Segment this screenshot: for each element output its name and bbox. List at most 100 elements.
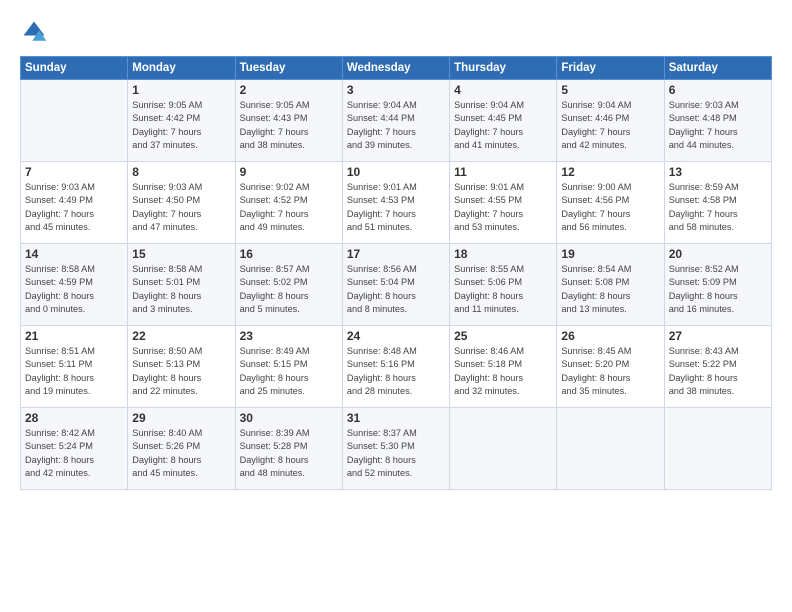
day-info: Sunrise: 8:50 AM Sunset: 5:13 PM Dayligh… bbox=[132, 345, 230, 398]
calendar-cell: 24 Sunrise: 8:48 AM Sunset: 5:16 PM Dayli… bbox=[342, 326, 449, 408]
day-info: Sunrise: 8:40 AM Sunset: 5:26 PM Dayligh… bbox=[132, 427, 230, 480]
day-number: 6 bbox=[669, 83, 767, 97]
calendar-cell: 17Sunrise: 8:56 AM Sunset: 5:04 PM Dayli… bbox=[342, 244, 449, 326]
day-info: Sunrise: 9:05 AM Sunset: 4:42 PM Dayligh… bbox=[132, 99, 230, 152]
calendar-body: 1 Sunrise: 9:05 AM Sunset: 4:42 PM Daylig… bbox=[21, 80, 772, 490]
day-info: Sunrise: 9:01 AM Sunset: 4:53 PM Dayligh… bbox=[347, 181, 445, 234]
day-number: 12 bbox=[561, 165, 659, 179]
calendar-cell bbox=[664, 408, 771, 490]
day-number: 2 bbox=[240, 83, 338, 97]
calendar-cell: 19 Sunrise: 8:54 AM Sunset: 5:08 PM Dayli… bbox=[557, 244, 664, 326]
week-row-5: 28 Sunrise: 8:42 AM Sunset: 5:24 PM Dayli… bbox=[21, 408, 772, 490]
day-info: Sunrise: 8:45 AM Sunset: 5:20 PM Dayligh… bbox=[561, 345, 659, 398]
day-number: 19 bbox=[561, 247, 659, 261]
day-info: Sunrise: 8:58 AM Sunset: 5:01 PM Dayligh… bbox=[132, 263, 230, 316]
calendar-cell: 22 Sunrise: 8:50 AM Sunset: 5:13 PM Dayli… bbox=[128, 326, 235, 408]
day-number: 20 bbox=[669, 247, 767, 261]
calendar-header: SundayMondayTuesdayWednesdayThursdayFrid… bbox=[21, 57, 772, 80]
day-info: Sunrise: 8:58 AM Sunset: 4:59 PM Dayligh… bbox=[25, 263, 123, 316]
day-number: 29 bbox=[132, 411, 230, 425]
calendar-cell: 30 Sunrise: 8:39 AM Sunset: 5:28 PM Dayli… bbox=[235, 408, 342, 490]
day-number: 11 bbox=[454, 165, 552, 179]
page: SundayMondayTuesdayWednesdayThursdayFrid… bbox=[0, 0, 792, 612]
week-row-4: 21Sunrise: 8:51 AM Sunset: 5:11 PM Dayli… bbox=[21, 326, 772, 408]
day-number: 24 bbox=[347, 329, 445, 343]
calendar-cell: 21Sunrise: 8:51 AM Sunset: 5:11 PM Dayli… bbox=[21, 326, 128, 408]
calendar-cell: 2Sunrise: 9:05 AM Sunset: 4:43 PM Daylig… bbox=[235, 80, 342, 162]
day-info: Sunrise: 8:57 AM Sunset: 5:02 PM Dayligh… bbox=[240, 263, 338, 316]
calendar-cell: 23 Sunrise: 8:49 AM Sunset: 5:15 PM Dayli… bbox=[235, 326, 342, 408]
weekday-header-row: SundayMondayTuesdayWednesdayThursdayFrid… bbox=[21, 57, 772, 80]
day-info: Sunrise: 9:04 AM Sunset: 4:44 PM Dayligh… bbox=[347, 99, 445, 152]
day-number: 27 bbox=[669, 329, 767, 343]
day-number: 15 bbox=[132, 247, 230, 261]
day-number: 28 bbox=[25, 411, 123, 425]
day-info: Sunrise: 8:48 AM Sunset: 5:16 PM Dayligh… bbox=[347, 345, 445, 398]
week-row-1: 1 Sunrise: 9:05 AM Sunset: 4:42 PM Daylig… bbox=[21, 80, 772, 162]
day-number: 30 bbox=[240, 411, 338, 425]
day-info: Sunrise: 8:59 AM Sunset: 4:58 PM Dayligh… bbox=[669, 181, 767, 234]
calendar-cell: 25 Sunrise: 8:46 AM Sunset: 5:18 PM Dayli… bbox=[450, 326, 557, 408]
calendar-cell: 13 Sunrise: 8:59 AM Sunset: 4:58 PM Dayli… bbox=[664, 162, 771, 244]
day-info: Sunrise: 8:39 AM Sunset: 5:28 PM Dayligh… bbox=[240, 427, 338, 480]
calendar-cell: 27 Sunrise: 8:43 AM Sunset: 5:22 PM Dayli… bbox=[664, 326, 771, 408]
weekday-header-monday: Monday bbox=[128, 57, 235, 80]
weekday-header-sunday: Sunday bbox=[21, 57, 128, 80]
day-info: Sunrise: 8:42 AM Sunset: 5:24 PM Dayligh… bbox=[25, 427, 123, 480]
calendar-table: SundayMondayTuesdayWednesdayThursdayFrid… bbox=[20, 56, 772, 490]
day-number: 10 bbox=[347, 165, 445, 179]
calendar-cell: 15 Sunrise: 8:58 AM Sunset: 5:01 PM Dayli… bbox=[128, 244, 235, 326]
week-row-3: 14 Sunrise: 8:58 AM Sunset: 4:59 PM Dayli… bbox=[21, 244, 772, 326]
day-number: 31 bbox=[347, 411, 445, 425]
day-number: 7 bbox=[25, 165, 123, 179]
calendar-cell: 26Sunrise: 8:45 AM Sunset: 5:20 PM Dayli… bbox=[557, 326, 664, 408]
calendar-cell: 6 Sunrise: 9:03 AM Sunset: 4:48 PM Daylig… bbox=[664, 80, 771, 162]
day-info: Sunrise: 8:51 AM Sunset: 5:11 PM Dayligh… bbox=[25, 345, 123, 398]
weekday-header-tuesday: Tuesday bbox=[235, 57, 342, 80]
weekday-header-thursday: Thursday bbox=[450, 57, 557, 80]
day-info: Sunrise: 8:46 AM Sunset: 5:18 PM Dayligh… bbox=[454, 345, 552, 398]
weekday-header-saturday: Saturday bbox=[664, 57, 771, 80]
day-info: Sunrise: 9:04 AM Sunset: 4:46 PM Dayligh… bbox=[561, 99, 659, 152]
day-info: Sunrise: 9:01 AM Sunset: 4:55 PM Dayligh… bbox=[454, 181, 552, 234]
day-info: Sunrise: 9:03 AM Sunset: 4:49 PM Dayligh… bbox=[25, 181, 123, 234]
calendar-cell: 29 Sunrise: 8:40 AM Sunset: 5:26 PM Dayli… bbox=[128, 408, 235, 490]
logo bbox=[20, 18, 52, 46]
day-info: Sunrise: 9:02 AM Sunset: 4:52 PM Dayligh… bbox=[240, 181, 338, 234]
day-info: Sunrise: 8:54 AM Sunset: 5:08 PM Dayligh… bbox=[561, 263, 659, 316]
header bbox=[20, 18, 772, 46]
day-number: 9 bbox=[240, 165, 338, 179]
calendar-cell: 20 Sunrise: 8:52 AM Sunset: 5:09 PM Dayli… bbox=[664, 244, 771, 326]
day-number: 23 bbox=[240, 329, 338, 343]
calendar-cell: 11 Sunrise: 9:01 AM Sunset: 4:55 PM Dayli… bbox=[450, 162, 557, 244]
calendar-cell: 10 Sunrise: 9:01 AM Sunset: 4:53 PM Dayli… bbox=[342, 162, 449, 244]
day-info: Sunrise: 8:52 AM Sunset: 5:09 PM Dayligh… bbox=[669, 263, 767, 316]
day-info: Sunrise: 9:03 AM Sunset: 4:50 PM Dayligh… bbox=[132, 181, 230, 234]
day-info: Sunrise: 8:43 AM Sunset: 5:22 PM Dayligh… bbox=[669, 345, 767, 398]
day-number: 25 bbox=[454, 329, 552, 343]
day-info: Sunrise: 8:56 AM Sunset: 5:04 PM Dayligh… bbox=[347, 263, 445, 316]
calendar-cell: 18Sunrise: 8:55 AM Sunset: 5:06 PM Dayli… bbox=[450, 244, 557, 326]
calendar-cell bbox=[557, 408, 664, 490]
week-row-2: 7 Sunrise: 9:03 AM Sunset: 4:49 PM Daylig… bbox=[21, 162, 772, 244]
weekday-header-friday: Friday bbox=[557, 57, 664, 80]
calendar-cell: 9 Sunrise: 9:02 AM Sunset: 4:52 PM Daylig… bbox=[235, 162, 342, 244]
day-number: 13 bbox=[669, 165, 767, 179]
day-number: 3 bbox=[347, 83, 445, 97]
day-number: 22 bbox=[132, 329, 230, 343]
day-number: 1 bbox=[132, 83, 230, 97]
calendar-cell bbox=[21, 80, 128, 162]
calendar-cell: 31Sunrise: 8:37 AM Sunset: 5:30 PM Dayli… bbox=[342, 408, 449, 490]
day-number: 14 bbox=[25, 247, 123, 261]
calendar-cell: 12 Sunrise: 9:00 AM Sunset: 4:56 PM Dayli… bbox=[557, 162, 664, 244]
calendar-cell: 4Sunrise: 9:04 AM Sunset: 4:45 PM Daylig… bbox=[450, 80, 557, 162]
calendar-cell: 5 Sunrise: 9:04 AM Sunset: 4:46 PM Daylig… bbox=[557, 80, 664, 162]
day-number: 5 bbox=[561, 83, 659, 97]
day-info: Sunrise: 9:04 AM Sunset: 4:45 PM Dayligh… bbox=[454, 99, 552, 152]
day-info: Sunrise: 8:55 AM Sunset: 5:06 PM Dayligh… bbox=[454, 263, 552, 316]
day-info: Sunrise: 8:49 AM Sunset: 5:15 PM Dayligh… bbox=[240, 345, 338, 398]
day-info: Sunrise: 9:03 AM Sunset: 4:48 PM Dayligh… bbox=[669, 99, 767, 152]
calendar-cell: 16Sunrise: 8:57 AM Sunset: 5:02 PM Dayli… bbox=[235, 244, 342, 326]
day-info: Sunrise: 9:00 AM Sunset: 4:56 PM Dayligh… bbox=[561, 181, 659, 234]
logo-icon bbox=[20, 18, 48, 46]
